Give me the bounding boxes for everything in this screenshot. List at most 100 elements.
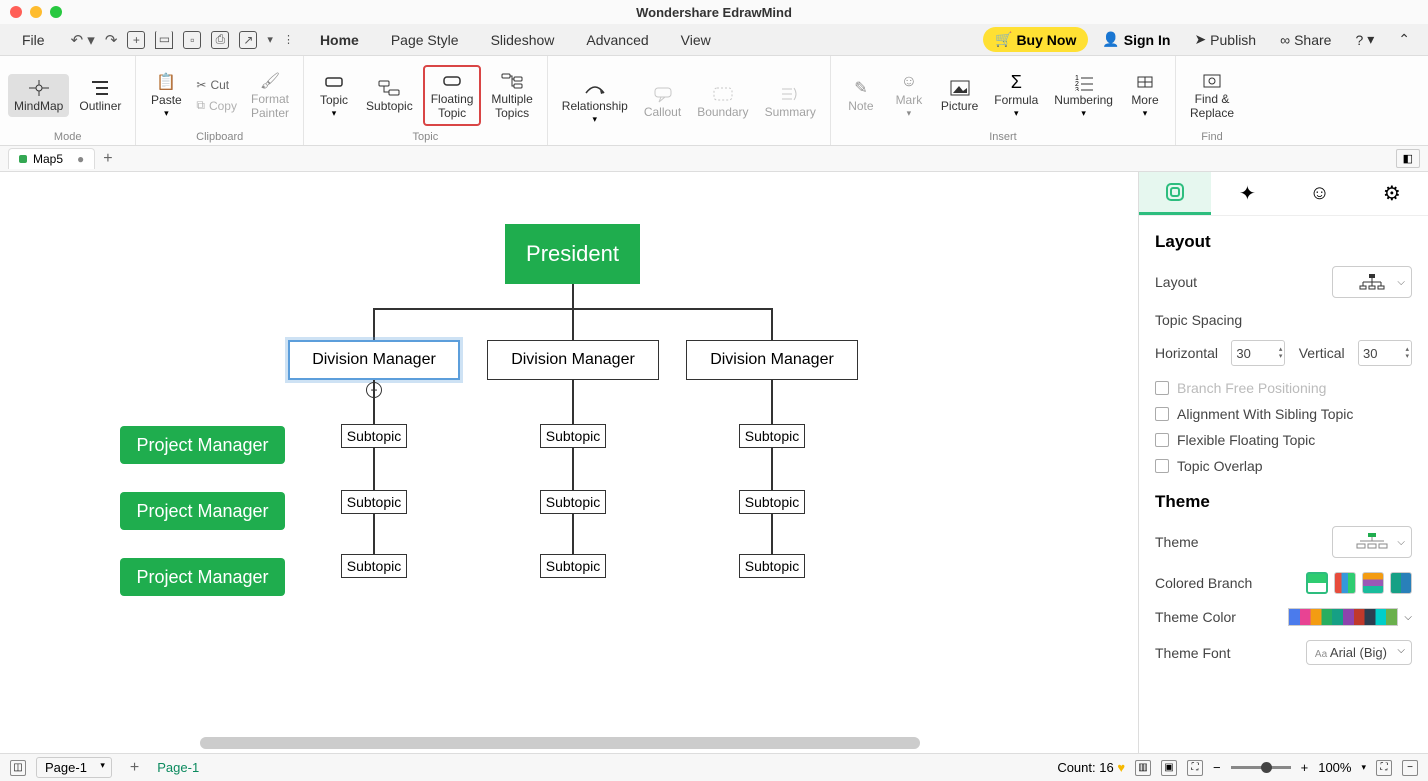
floating-node-3[interactable]: Project Manager bbox=[120, 558, 285, 596]
mindmap-mode-button[interactable]: MindMap bbox=[8, 74, 69, 117]
menu-advanced[interactable]: Advanced bbox=[572, 28, 662, 52]
vertical-spinner[interactable]: 30 bbox=[1358, 340, 1412, 366]
node-subtopic[interactable]: Subtopic bbox=[739, 490, 805, 514]
alignment-sibling-check[interactable]: Alignment With Sibling Topic bbox=[1155, 406, 1412, 422]
page-selector[interactable]: Page-1 bbox=[36, 757, 112, 778]
note-button[interactable]: ✎ Note bbox=[839, 74, 883, 117]
layout-tab[interactable] bbox=[1139, 172, 1211, 215]
node-subtopic[interactable]: Subtopic bbox=[341, 490, 407, 514]
style-tab[interactable]: ✦ bbox=[1211, 172, 1283, 215]
theme-color-select[interactable]: ⌵ bbox=[1288, 608, 1412, 626]
node-subtopic[interactable]: Subtopic bbox=[540, 554, 606, 578]
document-tab[interactable]: Map5 ● bbox=[8, 148, 95, 169]
topic-button[interactable]: Topic ▾ bbox=[312, 68, 356, 122]
boundary-button[interactable]: Boundary bbox=[691, 80, 754, 123]
more-button[interactable]: More ▾ bbox=[1123, 68, 1167, 122]
summary-button[interactable]: Summary bbox=[759, 80, 822, 123]
cut-button[interactable]: ✂Cut bbox=[192, 76, 241, 94]
file-menu[interactable]: File bbox=[8, 28, 59, 52]
numbering-button[interactable]: 123 Numbering ▾ bbox=[1048, 68, 1119, 122]
add-page-button[interactable]: + bbox=[122, 759, 147, 777]
node-subtopic[interactable]: Subtopic bbox=[739, 554, 805, 578]
find-replace-button[interactable]: Find & Replace bbox=[1184, 67, 1240, 123]
panel-toggle-button[interactable]: ◧ bbox=[1396, 149, 1420, 168]
add-tab-button[interactable]: + bbox=[103, 150, 112, 168]
outliner-mode-button[interactable]: Outliner bbox=[73, 74, 127, 117]
node-subtopic[interactable]: Subtopic bbox=[341, 424, 407, 448]
settings-tab[interactable]: ⚙ bbox=[1356, 172, 1428, 215]
minimize-panel-button[interactable]: − bbox=[1402, 760, 1418, 776]
canvas-area[interactable]: President Division Manager Division Mana… bbox=[0, 172, 1138, 753]
menu-view[interactable]: View bbox=[667, 28, 725, 52]
theme-font-select[interactable]: Aa Arial (Big)⌵ bbox=[1306, 640, 1412, 665]
swatch-3[interactable] bbox=[1362, 572, 1384, 594]
swatch-1[interactable] bbox=[1306, 572, 1328, 594]
picture-button[interactable]: Picture bbox=[935, 74, 984, 117]
qat-overflow-icon[interactable]: ⋮ bbox=[283, 33, 294, 46]
formula-button[interactable]: Σ Formula ▾ bbox=[988, 68, 1044, 122]
floating-node-2[interactable]: Project Manager bbox=[120, 492, 285, 530]
node-division-2[interactable]: Division Manager bbox=[487, 340, 659, 380]
zoom-in-button[interactable]: + bbox=[1301, 760, 1309, 775]
format-painter-button[interactable]: 🖌 Format Painter bbox=[245, 67, 295, 123]
view-mode-2[interactable]: ▣ bbox=[1161, 760, 1177, 776]
subtopic-label: Subtopic bbox=[745, 428, 799, 444]
mark-button[interactable]: ☺ Mark ▾ bbox=[887, 68, 931, 122]
node-division-1[interactable]: Division Manager bbox=[288, 340, 460, 380]
redo-icon[interactable]: ↷ bbox=[105, 31, 118, 49]
minimize-window-button[interactable] bbox=[30, 6, 42, 18]
qat-more-icon[interactable]: ▾ bbox=[267, 33, 273, 46]
relationship-button[interactable]: Relationship ▾ bbox=[556, 74, 634, 128]
node-president[interactable]: President bbox=[505, 224, 640, 284]
horizontal-scrollbar[interactable] bbox=[200, 737, 920, 749]
paste-button[interactable]: 📋 Paste ▾ bbox=[144, 68, 188, 122]
outliner-icon bbox=[88, 78, 112, 98]
summary-label: Summary bbox=[765, 106, 816, 119]
publish-button[interactable]: ➤Publish bbox=[1184, 27, 1266, 52]
page-list-icon[interactable]: ◫ bbox=[10, 760, 26, 776]
export-icon[interactable]: ↗ bbox=[239, 31, 257, 49]
active-page-tab[interactable]: Page-1 bbox=[157, 760, 199, 775]
node-subtopic[interactable]: Subtopic bbox=[341, 554, 407, 578]
open-icon[interactable]: ▭ bbox=[155, 31, 173, 49]
menu-page-style[interactable]: Page Style bbox=[377, 28, 473, 52]
floating-node-1[interactable]: Project Manager bbox=[120, 426, 285, 464]
zoom-out-button[interactable]: − bbox=[1213, 760, 1221, 775]
node-subtopic[interactable]: Subtopic bbox=[540, 424, 606, 448]
topic-overlap-check[interactable]: Topic Overlap bbox=[1155, 458, 1412, 474]
new-icon[interactable]: + bbox=[127, 31, 145, 49]
sign-in-button[interactable]: 👤Sign In bbox=[1092, 27, 1180, 52]
flexible-floating-check[interactable]: Flexible Floating Topic bbox=[1155, 432, 1412, 448]
node-subtopic[interactable]: Subtopic bbox=[739, 424, 805, 448]
print-icon[interactable]: ⎙ bbox=[211, 31, 229, 49]
layout-select[interactable] bbox=[1332, 266, 1412, 298]
buy-now-button[interactable]: 🛒Buy Now bbox=[983, 27, 1088, 52]
floating-topic-button[interactable]: Floating Topic bbox=[423, 65, 482, 125]
copy-button[interactable]: ⧉Copy bbox=[192, 96, 241, 115]
node-subtopic[interactable]: Subtopic bbox=[540, 490, 606, 514]
share-button[interactable]: ∞Share bbox=[1270, 28, 1341, 52]
subtopic-button[interactable]: Subtopic bbox=[360, 74, 419, 117]
menu-home[interactable]: Home bbox=[306, 28, 373, 52]
undo-icon[interactable]: ↶ ▾ bbox=[71, 31, 95, 49]
zoom-value[interactable]: 100% bbox=[1318, 760, 1351, 775]
multiple-topics-button[interactable]: Multiple Topics bbox=[485, 67, 538, 123]
help-button[interactable]: ?▾ bbox=[1345, 27, 1384, 52]
swatch-4[interactable] bbox=[1390, 572, 1412, 594]
swatch-2[interactable] bbox=[1334, 572, 1356, 594]
maximize-window-button[interactable] bbox=[50, 6, 62, 18]
colored-branch-swatches[interactable] bbox=[1306, 572, 1412, 594]
zoom-slider[interactable] bbox=[1231, 766, 1291, 769]
collapse-ribbon-button[interactable]: ⌃ bbox=[1388, 27, 1420, 52]
save-icon[interactable]: ▫ bbox=[183, 31, 201, 49]
callout-button[interactable]: Callout bbox=[638, 80, 687, 123]
theme-select[interactable] bbox=[1332, 526, 1412, 558]
menu-slideshow[interactable]: Slideshow bbox=[477, 28, 569, 52]
horizontal-spinner[interactable]: 30 bbox=[1231, 340, 1285, 366]
emoji-tab[interactable]: ☺ bbox=[1284, 172, 1356, 215]
fit-view-button[interactable]: ⛶ bbox=[1187, 760, 1203, 776]
view-mode-1[interactable]: ▥ bbox=[1135, 760, 1151, 776]
close-window-button[interactable] bbox=[10, 6, 22, 18]
fullscreen-button[interactable]: ⛶ bbox=[1376, 760, 1392, 776]
node-division-3[interactable]: Division Manager bbox=[686, 340, 858, 380]
